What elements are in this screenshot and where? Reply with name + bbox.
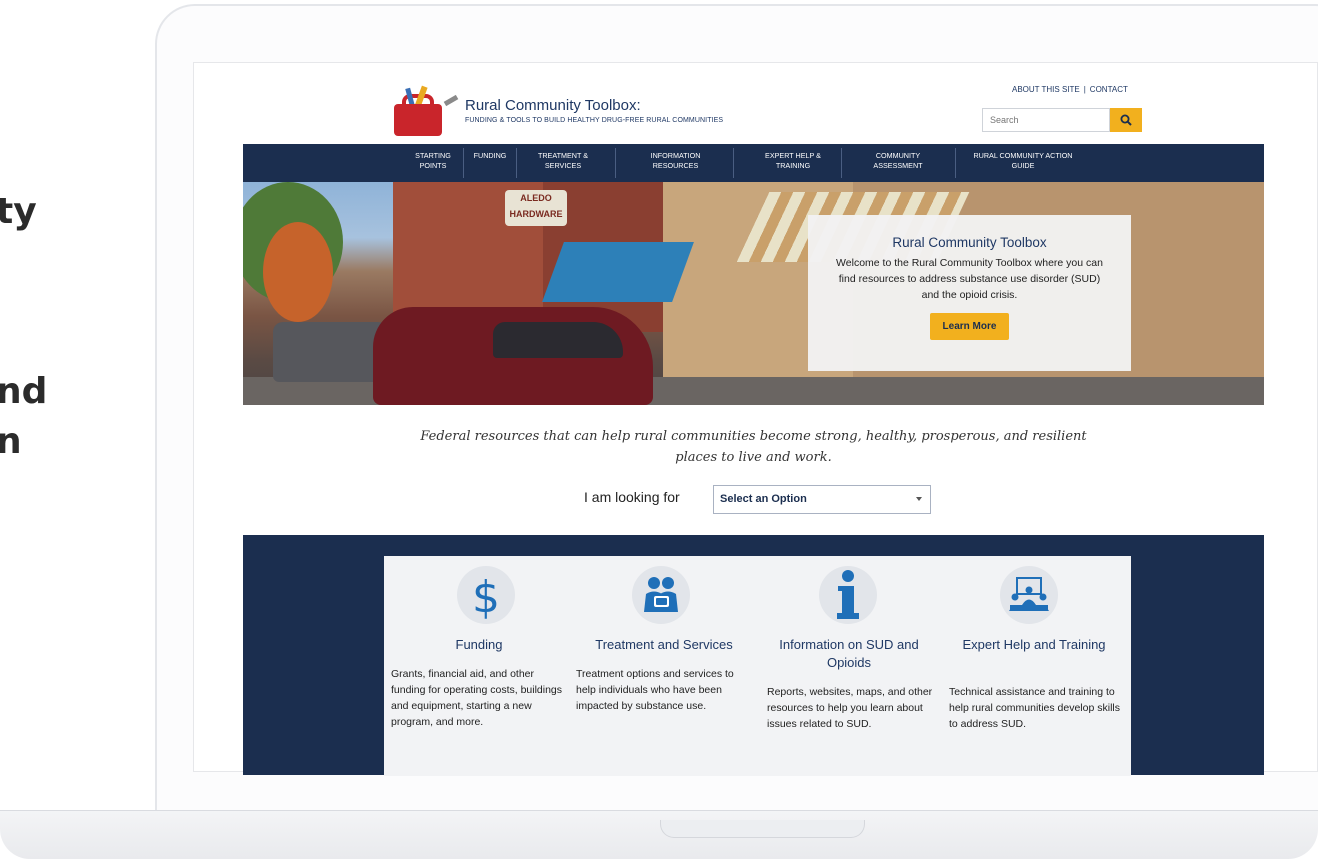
contact-link[interactable]: CONTACT bbox=[1090, 85, 1128, 94]
site-tagline: FUNDING & TOOLS TO BUILD HEALTHY DRUG-FR… bbox=[465, 117, 724, 124]
category-description: Treatment options and services to help i… bbox=[576, 668, 734, 712]
nav-starting-points[interactable]: STARTING POINTS bbox=[398, 151, 468, 171]
nav-label: ASSESSMENT bbox=[873, 161, 923, 170]
side-heading-fragment-3: n bbox=[0, 421, 22, 462]
nav-expert-help-training[interactable]: EXPERT HELP & TRAINING bbox=[748, 151, 838, 171]
toolbox-body bbox=[394, 104, 442, 136]
looking-for-label: I am looking for bbox=[584, 489, 680, 505]
side-heading-fragment-2: nd bbox=[0, 371, 48, 412]
nav-information-resources[interactable]: INFORMATION RESOURCES bbox=[633, 151, 718, 171]
hero-card: Rural Community Toolbox Welcome to the R… bbox=[808, 215, 1131, 371]
intro-line: Federal resources that can help rural co… bbox=[420, 429, 1087, 444]
category-title: Information on SUD and Opioids bbox=[779, 637, 919, 670]
nav-funding[interactable]: FUNDING bbox=[465, 151, 515, 161]
category-description: Technical assistance and training to hel… bbox=[949, 686, 1120, 730]
hardware-store-sign: ALEDO HARDWARE bbox=[505, 190, 567, 226]
nav-label: TREATMENT & bbox=[537, 151, 589, 160]
info-icon bbox=[819, 566, 877, 624]
nav-divider bbox=[463, 148, 464, 178]
search-input[interactable] bbox=[982, 108, 1110, 132]
category-description: Grants, financial aid, and other funding… bbox=[391, 668, 563, 728]
wrench-shape bbox=[443, 94, 459, 107]
svg-text:$: $ bbox=[472, 572, 500, 619]
nav-rural-community-action-guide[interactable]: RURAL COMMUNITY ACTION GUIDE bbox=[958, 151, 1088, 171]
nav-label: RESOURCES bbox=[652, 161, 699, 170]
nav-community-assessment[interactable]: COMMUNITY ASSESSMENT bbox=[853, 151, 943, 171]
laptop-notch bbox=[660, 820, 865, 838]
sign-line: ALEDO bbox=[520, 193, 552, 203]
people-glyph bbox=[644, 577, 678, 612]
main-nav: STARTING POINTS FUNDING TREATMENT & SERV… bbox=[243, 144, 1264, 182]
caret-down-icon bbox=[916, 497, 922, 501]
minivan-window-shape bbox=[493, 322, 623, 358]
nav-label: TRAINING bbox=[775, 161, 811, 170]
nav-label: GUIDE bbox=[1011, 161, 1035, 170]
search-button[interactable] bbox=[1110, 108, 1142, 132]
link-separator: | bbox=[1083, 85, 1086, 94]
blue-awning-shape bbox=[542, 242, 694, 302]
nav-label: POINTS bbox=[419, 161, 447, 170]
info-glyph bbox=[837, 570, 859, 619]
hero-card-text: Welcome to the Rural Community Toolbox w… bbox=[836, 257, 1103, 301]
select-value: Select an Option bbox=[720, 493, 807, 505]
category-title: Funding bbox=[455, 637, 503, 652]
category-title: Expert Help and Training bbox=[962, 637, 1106, 652]
about-link[interactable]: ABOUT THIS SITE bbox=[1012, 85, 1080, 94]
nav-treatment-services[interactable]: TREATMENT & SERVICES bbox=[523, 151, 603, 171]
dollar-icon: $ bbox=[457, 566, 515, 624]
categories-panel: $ Funding Grants, financial aid, and oth… bbox=[384, 556, 1131, 776]
nav-divider bbox=[516, 148, 517, 178]
category-title: Treatment and Services bbox=[595, 637, 733, 652]
presentation-icon bbox=[1000, 566, 1058, 624]
people-icon bbox=[632, 566, 690, 624]
option-select[interactable]: Select an Option bbox=[713, 485, 931, 514]
nav-divider bbox=[615, 148, 616, 178]
nav-label: RURAL COMMUNITY ACTION bbox=[973, 151, 1073, 160]
toolbox-logo[interactable] bbox=[382, 84, 462, 140]
tree-shape bbox=[263, 222, 333, 322]
side-heading-fragment-1: ty bbox=[0, 191, 37, 232]
nav-divider bbox=[955, 148, 956, 178]
nav-label: SERVICES bbox=[544, 161, 582, 170]
learn-more-button[interactable]: Learn More bbox=[929, 313, 1010, 340]
laptop-base bbox=[0, 810, 1318, 859]
hero-card-title: Rural Community Toolbox bbox=[892, 235, 1047, 250]
nav-divider bbox=[841, 148, 842, 178]
search-box bbox=[982, 108, 1142, 132]
category-description: Reports, websites, maps, and other resou… bbox=[767, 686, 933, 730]
site-title[interactable]: Rural Community Toolbox: bbox=[465, 97, 641, 114]
intro-text: Federal resources that can help rural co… bbox=[243, 426, 1264, 468]
dollar-glyph: $ bbox=[472, 572, 500, 619]
nav-label: STARTING bbox=[415, 151, 451, 160]
top-links: ABOUT THIS SITE | CONTACT bbox=[1010, 85, 1130, 94]
intro-line: places to live and work. bbox=[675, 450, 832, 465]
presentation-glyph bbox=[1009, 577, 1049, 611]
nav-label: EXPERT HELP & bbox=[765, 151, 821, 160]
search-icon bbox=[1120, 114, 1132, 126]
nav-label: INFORMATION bbox=[650, 151, 701, 160]
nav-label: FUNDING bbox=[473, 151, 507, 160]
nav-label: COMMUNITY bbox=[875, 151, 921, 160]
sign-line: HARDWARE bbox=[509, 209, 563, 219]
stage: ty nd n Rural Community Toolbox: FUNDING… bbox=[0, 0, 1318, 859]
nav-divider bbox=[733, 148, 734, 178]
